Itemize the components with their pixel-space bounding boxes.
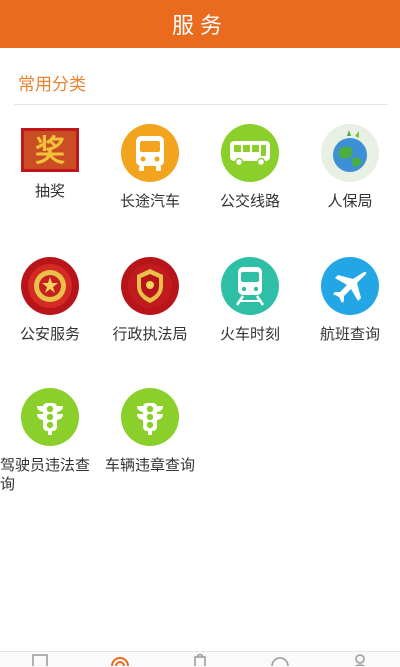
tab-news[interactable] bbox=[28, 652, 52, 666]
service-label: 航班查询 bbox=[319, 325, 380, 343]
service-label: 车辆违章查询 bbox=[104, 456, 195, 474]
service-label: 火车时刻 bbox=[219, 325, 280, 343]
tab-shop[interactable] bbox=[188, 652, 212, 666]
service-item-train[interactable]: 火车时刻 bbox=[200, 253, 300, 373]
face-icon bbox=[271, 657, 289, 666]
service-item-driver-violation[interactable]: 驾驶员违法查询 bbox=[0, 384, 100, 504]
news-icon bbox=[32, 654, 48, 666]
tab-service[interactable] bbox=[108, 652, 132, 666]
service-label: 行政执法局 bbox=[112, 325, 188, 343]
service-item-city-bus[interactable]: 公交线路 bbox=[200, 120, 300, 240]
service-item-vehicle-violation[interactable]: 车辆违章查询 bbox=[100, 384, 200, 504]
globe-icon bbox=[321, 124, 379, 182]
person-icon bbox=[354, 654, 366, 666]
divider bbox=[14, 104, 388, 105]
app-screen: 服务 常用分类 奖 抽奖 长途汽车 公交线路 人保局 公安服务 行政执法局 火车… bbox=[0, 0, 400, 667]
service-item-police[interactable]: 公安服务 bbox=[0, 253, 100, 373]
airplane-icon bbox=[321, 257, 379, 315]
law-enforcement-emblem-icon bbox=[121, 257, 179, 315]
service-item-law-enforcement[interactable]: 行政执法局 bbox=[100, 253, 200, 373]
traffic-light-icon bbox=[121, 388, 179, 446]
service-item-flight[interactable]: 航班查询 bbox=[300, 253, 400, 373]
service-item-lottery[interactable]: 奖 抽奖 bbox=[0, 120, 100, 240]
service-item-coach-bus[interactable]: 长途汽车 bbox=[100, 120, 200, 240]
service-item-social-security[interactable]: 人保局 bbox=[300, 120, 400, 240]
page-title: 服务 bbox=[171, 14, 228, 39]
bag-icon bbox=[194, 653, 206, 666]
tab-fun[interactable] bbox=[268, 652, 292, 666]
bottom-tab-bar bbox=[0, 651, 400, 667]
service-label: 驾驶员违法查询 bbox=[0, 456, 91, 493]
section-title: 常用分类 bbox=[18, 75, 86, 95]
service-label: 抽奖 bbox=[34, 182, 65, 200]
top-bar: 服务 bbox=[0, 0, 400, 48]
service-label: 公交线路 bbox=[219, 192, 280, 210]
city-bus-icon bbox=[221, 124, 279, 182]
service-icon bbox=[111, 657, 129, 666]
coach-bus-icon bbox=[121, 124, 179, 182]
tab-profile[interactable] bbox=[348, 652, 372, 666]
service-label: 公安服务 bbox=[19, 325, 80, 343]
traffic-light-icon bbox=[21, 388, 79, 446]
lottery-icon: 奖 bbox=[21, 128, 79, 172]
service-label: 长途汽车 bbox=[119, 192, 180, 210]
train-icon bbox=[221, 257, 279, 315]
svg-text:奖: 奖 bbox=[35, 134, 65, 169]
service-label: 人保局 bbox=[327, 192, 373, 210]
police-emblem-icon bbox=[21, 257, 79, 315]
